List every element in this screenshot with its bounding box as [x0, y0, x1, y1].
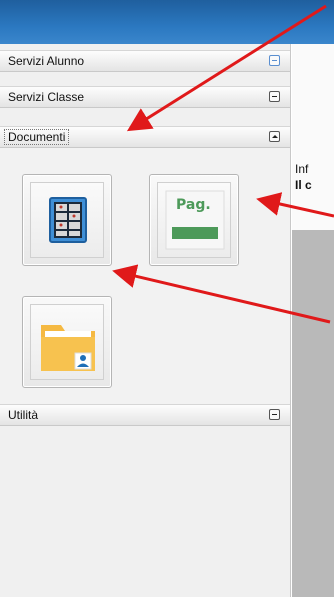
- minus-icon[interactable]: [269, 55, 280, 66]
- minus-icon[interactable]: [269, 409, 280, 420]
- tile-face: [30, 182, 104, 258]
- section-servizi-classe[interactable]: Servizi Classe: [0, 86, 290, 108]
- tile-face: Pag.: [157, 182, 231, 258]
- content-text-line-2: Il c: [295, 178, 312, 192]
- document-tile-page[interactable]: Pag.: [149, 174, 239, 266]
- calendar-grid-icon: [49, 197, 87, 243]
- section-utilita[interactable]: Utilità: [0, 404, 290, 426]
- section-documenti[interactable]: Documenti: [0, 126, 290, 148]
- section-label: Servizi Classe: [8, 90, 85, 104]
- page-icon-label: Pag.: [176, 197, 211, 213]
- section-servizi-alunno[interactable]: Servizi Alunno: [0, 50, 290, 72]
- page-icon: [165, 190, 225, 250]
- tile-face: [30, 304, 104, 380]
- collapse-up-icon[interactable]: [269, 131, 280, 142]
- minus-icon[interactable]: [269, 91, 280, 102]
- content-text-line-1: Inf: [295, 162, 309, 176]
- documenti-panel: Pag.: [0, 148, 290, 404]
- main-content-gray-area: [292, 230, 334, 597]
- document-tile-calendar[interactable]: [22, 174, 112, 266]
- document-tile-user-folder[interactable]: [22, 296, 112, 388]
- user-folder-icon: [41, 325, 95, 371]
- app-header-bar: [0, 0, 334, 44]
- section-label: Utilità: [8, 408, 39, 422]
- section-label: Servizi Alunno: [8, 54, 85, 68]
- section-label: Documenti: [4, 129, 70, 145]
- sidebar-menu: Servizi Alunno Servizi Classe Documenti: [0, 44, 291, 597]
